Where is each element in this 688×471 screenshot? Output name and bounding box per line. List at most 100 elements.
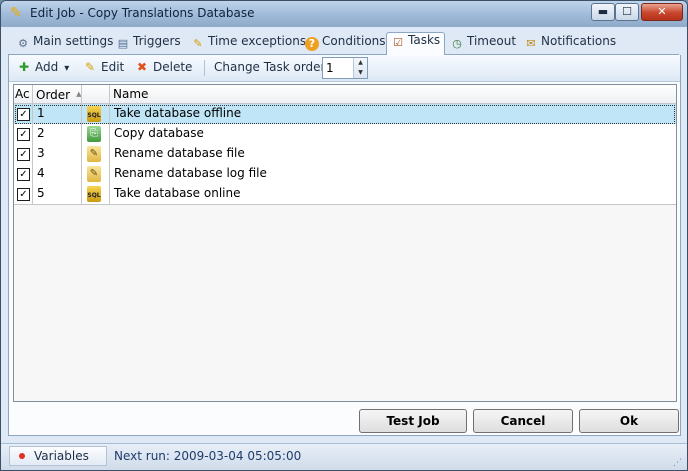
icon-cell: SQL (82, 184, 110, 204)
minimize-button[interactable]: ▬ (591, 3, 615, 21)
rename-file-icon: ✎ (87, 166, 101, 182)
name-cell: Take database offline (114, 106, 242, 120)
tab-bar: ⚙ Main settings ▤ Triggers ✎ Time exception… (8, 32, 679, 55)
tab-notifications[interactable]: ✉ Notifications (524, 34, 616, 53)
name-cell: Rename database file (114, 146, 245, 160)
status-dot-icon (19, 453, 25, 459)
name-cell: Copy database (114, 126, 204, 140)
icon-cell: ✎ (82, 144, 110, 164)
column-header-icon[interactable] (82, 85, 110, 103)
tab-time-exceptions[interactable]: ✎ Time exceptions (191, 34, 306, 53)
next-run-text: Next run: 2009-03-04 05:05:00 (114, 449, 302, 463)
maximize-button[interactable]: ☐ (615, 3, 639, 21)
tab-label: Time exceptions (208, 34, 307, 48)
active-cell: ✓ (14, 104, 33, 124)
grid-header: Ac Order ▲ Name (14, 85, 676, 104)
calendar-icon: ▤ (117, 37, 129, 50)
order-cell: 1 (33, 104, 82, 124)
tab-triggers[interactable]: ▤ Triggers (116, 34, 181, 53)
tab-label: Main settings (33, 34, 114, 48)
stepper-buttons: ▲ ▼ (353, 58, 367, 78)
tab-label: Tasks (408, 33, 441, 47)
cancel-button[interactable]: Cancel (473, 409, 573, 433)
tab-label: Triggers (133, 34, 181, 48)
delete-button[interactable]: ✖ Delete (135, 59, 192, 76)
icon-cell: SQL (82, 104, 110, 124)
clipboard-icon: ☑ (393, 36, 403, 49)
plus-icon: ✚ (18, 60, 30, 74)
clock-icon: ◷ (452, 37, 462, 50)
close-button[interactable]: ✕ (641, 3, 683, 21)
active-cell: ✓ (14, 124, 33, 144)
edit-label: Edit (101, 60, 125, 74)
stepper-up-icon[interactable]: ▲ (354, 58, 367, 68)
icon-cell: ✎ (82, 164, 110, 184)
column-header-active[interactable]: Ac (14, 85, 33, 103)
column-header-label: Order (36, 88, 71, 102)
variables-button[interactable]: Variables (9, 446, 107, 466)
tab-label: Notifications (541, 34, 617, 48)
tasks-panel: ✚ Add ▾ ✎ Edit ✖ Delete Change Task order: ▲… (8, 55, 681, 436)
task-order-input[interactable] (324, 59, 356, 76)
order-cell: 5 (33, 184, 82, 204)
tab-tasks[interactable]: ☑ Tasks (386, 32, 445, 55)
task-toolbar: ✚ Add ▾ ✎ Edit ✖ Delete Change Task order: ▲… (9, 55, 680, 82)
table-row[interactable]: ✓ 1 SQL Take database offline (14, 104, 676, 125)
gears-icon: ⚙ (18, 37, 28, 50)
add-button[interactable]: ✚ Add ▾ (17, 59, 69, 76)
column-header-order[interactable]: Order ▲ (33, 85, 82, 103)
tab-label: Timeout (467, 34, 517, 48)
pencil-icon: ✎ (193, 37, 203, 50)
active-checkbox[interactable]: ✓ (17, 148, 30, 161)
active-cell: ✓ (14, 144, 33, 164)
task-order-stepper[interactable]: ▲ ▼ (322, 57, 368, 79)
order-cell: 2 (33, 124, 82, 144)
table-row[interactable]: ✓ 4 ✎ Rename database log file (14, 164, 676, 185)
delete-x-icon: ✖ (136, 60, 148, 74)
name-cell: Take database online (114, 186, 241, 200)
tab-main-settings[interactable]: ⚙ Main settings (16, 34, 113, 53)
rename-file-icon: ✎ (87, 146, 101, 162)
sql-database-icon: SQL (87, 106, 101, 122)
test-job-button[interactable]: Test Job (359, 409, 467, 433)
edit-job-window: ✎ Edit Job - Copy Translations Database … (0, 0, 688, 471)
help-icon: ? (305, 37, 319, 51)
sql-database-icon: SQL (87, 186, 101, 202)
toolbar-separator (204, 60, 205, 76)
active-checkbox[interactable]: ✓ (17, 108, 30, 121)
table-row[interactable]: ✓ 5 SQL Take database online (14, 184, 676, 205)
variables-label: Variables (34, 449, 89, 463)
change-order-label: Change Task order: (214, 60, 330, 74)
name-cell: Rename database log file (114, 166, 267, 180)
active-cell: ✓ (14, 184, 33, 204)
resize-grip-icon[interactable]: ⋰ (673, 458, 683, 468)
status-bar: Variables Next run: 2009-03-04 05:05:00 … (1, 443, 687, 470)
order-cell: 3 (33, 144, 82, 164)
pencil-icon: ✎ (10, 5, 22, 21)
window-title: Edit Job - Copy Translations Database (30, 6, 255, 20)
copy-database-icon: ⎘ (87, 126, 101, 142)
table-row[interactable]: ✓ 3 ✎ Rename database file (14, 144, 676, 165)
active-checkbox[interactable]: ✓ (17, 168, 30, 181)
tab-timeout[interactable]: ◷ Timeout (450, 34, 516, 53)
task-grid: Ac Order ▲ Name ✓ 1 SQL Take database off… (13, 84, 677, 402)
add-label: Add (35, 60, 59, 74)
title-bar[interactable]: ✎ Edit Job - Copy Translations Database … (1, 1, 687, 27)
active-checkbox[interactable]: ✓ (17, 128, 30, 141)
sort-ascending-icon: ▲ (76, 90, 82, 98)
table-row[interactable]: ✓ 2 ⎘ Copy database (14, 124, 676, 145)
tab-conditions[interactable]: ? Conditions (305, 34, 386, 53)
stepper-down-icon[interactable]: ▼ (354, 68, 367, 78)
icon-cell: ⎘ (82, 124, 110, 144)
order-cell: 4 (33, 164, 82, 184)
column-header-name[interactable]: Name (110, 85, 676, 103)
tab-label: Conditions (322, 34, 386, 48)
chevron-down-icon[interactable]: ▾ (64, 63, 69, 74)
delete-label: Delete (153, 60, 193, 74)
edit-button[interactable]: ✎ Edit (83, 59, 124, 76)
active-checkbox[interactable]: ✓ (17, 188, 30, 201)
active-cell: ✓ (14, 164, 33, 184)
ok-button[interactable]: Ok (579, 409, 679, 433)
envelope-icon: ✉ (526, 37, 536, 50)
pencil-icon: ✎ (84, 60, 96, 74)
